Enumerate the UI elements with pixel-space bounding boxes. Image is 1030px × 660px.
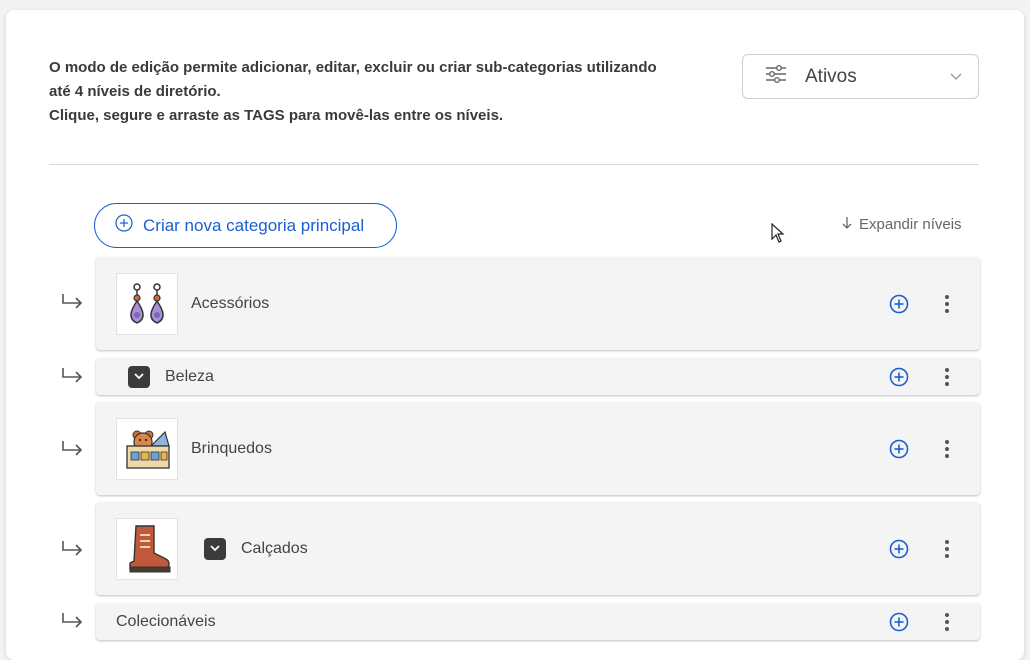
editor-card: O modo de edição permite adicionar, edit… xyxy=(6,10,1024,660)
status-filter-select[interactable]: Ativos xyxy=(742,54,979,99)
add-subcategory-button[interactable] xyxy=(889,294,909,314)
more-options-icon[interactable] xyxy=(944,612,950,631)
earrings-image xyxy=(116,272,178,335)
more-options-icon[interactable] xyxy=(944,539,950,558)
category-label: Colecionáveis xyxy=(116,612,216,630)
add-subcategory-button[interactable] xyxy=(889,612,909,632)
level-arrow-icon xyxy=(61,293,83,314)
add-subcategory-button[interactable] xyxy=(889,367,909,387)
instructions-text: O modo de edição permite adicionar, edit… xyxy=(49,56,739,128)
instructions-line-1: O modo de edição permite adicionar, edit… xyxy=(49,59,657,76)
category-label: Calçados xyxy=(241,539,308,557)
divider xyxy=(49,164,979,165)
toy-box-image xyxy=(116,417,178,480)
add-subcategory-button[interactable] xyxy=(889,439,909,459)
expand-toggle-button[interactable] xyxy=(204,537,226,560)
boot-image xyxy=(116,517,178,580)
more-options-icon[interactable] xyxy=(944,294,950,313)
category-row[interactable]: Calçados xyxy=(96,502,980,595)
category-row[interactable]: Colecionáveis xyxy=(96,603,980,640)
expand-levels-button[interactable]: Expandir níveis xyxy=(841,216,962,233)
chevron-down-icon xyxy=(950,68,962,86)
plus-circle-icon xyxy=(115,214,133,237)
create-main-category-button[interactable]: Criar nova categoria principal xyxy=(94,203,397,248)
category-row[interactable]: Acessórios xyxy=(96,257,980,350)
level-arrow-icon xyxy=(61,367,83,388)
create-button-label: Criar nova categoria principal xyxy=(143,215,365,235)
category-row[interactable]: Brinquedos xyxy=(96,402,980,495)
expand-toggle-button[interactable] xyxy=(128,365,150,388)
category-label: Acessórios xyxy=(191,294,270,312)
instructions-line-2: até 4 níveis de diretório. xyxy=(49,83,221,100)
more-options-icon[interactable] xyxy=(944,439,950,458)
expand-label: Expandir níveis xyxy=(859,216,962,233)
add-subcategory-button[interactable] xyxy=(889,539,909,559)
level-arrow-icon xyxy=(61,440,83,461)
filter-value: Ativos xyxy=(805,65,857,87)
instructions-line-3: Clique, segure e arraste as TAGS para mo… xyxy=(49,107,504,124)
level-arrow-icon xyxy=(61,540,83,561)
arrow-down-icon xyxy=(841,216,853,233)
category-label: Brinquedos xyxy=(191,439,272,457)
category-row[interactable]: Beleza xyxy=(96,358,980,395)
mouse-cursor-icon xyxy=(771,222,785,248)
sliders-icon xyxy=(765,64,787,89)
level-arrow-icon xyxy=(61,612,83,633)
more-options-icon[interactable] xyxy=(944,367,950,386)
category-label: Beleza xyxy=(165,367,214,385)
